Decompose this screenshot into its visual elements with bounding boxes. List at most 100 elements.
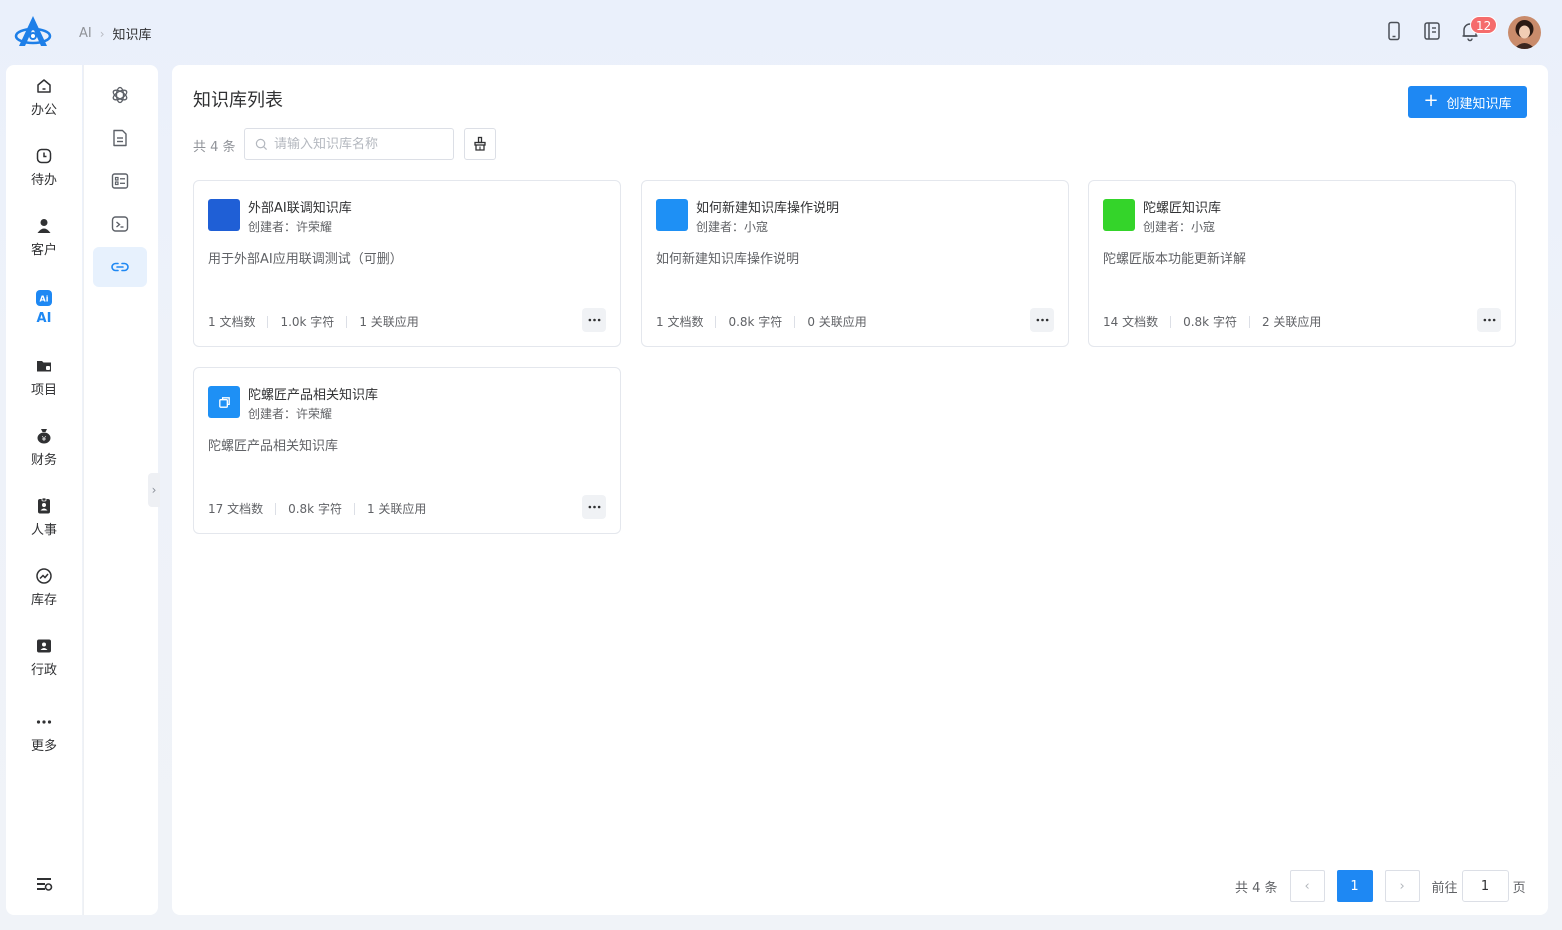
card-stats: 14 文档数 0.8k 字符 2 关联应用: [1103, 313, 1321, 330]
openai-icon: [112, 86, 128, 104]
sidebar-item-more[interactable]: 更多: [6, 707, 82, 759]
sidebar-collapse-toggle[interactable]: ›: [148, 473, 160, 507]
knowledge-card[interactable]: 陀螺匠产品相关知识库 创建者：许荣耀 陀螺匠产品相关知识库 17 文档数 0.8…: [193, 367, 621, 534]
linked-apps-count: 2 关联应用: [1261, 315, 1322, 329]
card-description: 陀螺匠版本功能更新详解: [1103, 252, 1247, 267]
more-dots-icon: [1483, 318, 1495, 322]
divider: [715, 315, 717, 328]
sidebar-item-customer[interactable]: 客户: [6, 211, 82, 263]
plus-icon: +: [1423, 90, 1439, 111]
prev-page-button[interactable]: ‹: [1289, 870, 1325, 902]
notebook-icon[interactable]: [1421, 20, 1443, 42]
char-count: 1.0k 字符: [280, 315, 335, 329]
search-box[interactable]: [244, 128, 454, 160]
search-icon: [255, 138, 268, 150]
knowledge-card[interactable]: 如何新建知识库操作说明 创建者：小寇 如何新建知识库操作说明 1 文档数 0.8…: [641, 180, 1069, 347]
knowledge-card[interactable]: 外部AI联调知识库 创建者：许荣耀 用于外部AI应用联调测试（可删） 1 文档数…: [193, 180, 621, 347]
card-creator: 创建者：许荣耀: [248, 220, 333, 234]
document-icon: [113, 129, 127, 147]
subnav-checklist[interactable]: [93, 161, 147, 201]
subnav-knowledge-link[interactable]: [93, 247, 147, 287]
char-count: 0.8k 字符: [288, 502, 342, 516]
pagination: 共 4 条 ‹ 1 › 前往 页: [1235, 870, 1526, 902]
main-sidebar: 办公 待办 客户 Ai AI 项目 ¥ 财务 人事 库存 行政 更多: [6, 65, 82, 915]
knowledge-base-color-icon: [656, 199, 688, 231]
sidebar-item-label: 客户: [30, 242, 57, 258]
goto-suffix: 页: [1512, 880, 1526, 896]
create-knowledge-base-button[interactable]: + 创建知识库: [1408, 86, 1527, 118]
card-stats: 1 文档数 0.8k 字符 0 关联应用: [656, 313, 867, 330]
goto-page-input[interactable]: [1461, 870, 1509, 902]
sidebar-item-label: 财务: [30, 452, 57, 468]
copy-icon: [208, 386, 240, 418]
card-stats: 17 文档数 0.8k 字符 1 关联应用: [208, 500, 426, 517]
pagination-total: 共 4 条: [1235, 880, 1278, 896]
sidebar-item-office[interactable]: 办公: [6, 71, 82, 123]
card-description: 陀螺匠产品相关知识库: [208, 439, 339, 454]
sidebar-item-inventory[interactable]: 库存: [6, 561, 82, 613]
card-more-button[interactable]: [582, 308, 606, 332]
sidebar-item-todo[interactable]: 待办: [6, 141, 82, 193]
trend-icon: [36, 567, 52, 584]
subnav-document[interactable]: [93, 118, 147, 158]
customer-icon: [37, 218, 51, 233]
linked-apps-count: 1 关联应用: [366, 502, 427, 516]
chevron-right-icon: ›: [1399, 878, 1405, 894]
breadcrumb-root[interactable]: AI: [79, 26, 92, 41]
sidebar-item-label: 人事: [30, 522, 57, 538]
breadcrumb-current: 知识库: [112, 28, 152, 43]
subnav-terminal[interactable]: [93, 204, 147, 244]
sidebar-item-hr[interactable]: 人事: [6, 491, 82, 543]
card-title: 如何新建知识库操作说明: [696, 201, 840, 216]
card-creator: 创建者：许荣耀: [248, 407, 333, 421]
svg-text:¥: ¥: [42, 435, 47, 443]
card-more-button[interactable]: [1030, 308, 1054, 332]
card-more-button[interactable]: [1477, 308, 1501, 332]
linked-apps-count: 0 关联应用: [807, 315, 867, 329]
card-stats: 1 文档数 1.0k 字符 1 关联应用: [208, 313, 419, 330]
sidebar-item-project[interactable]: 项目: [6, 351, 82, 403]
sidebar-item-finance[interactable]: ¥ 财务: [6, 421, 82, 473]
create-button-label: 创建知识库: [1446, 96, 1512, 112]
card-title: 陀螺匠产品相关知识库: [248, 388, 379, 403]
divider: [346, 315, 348, 328]
sidebar-item-label: 库存: [30, 592, 57, 608]
card-description: 如何新建知识库操作说明: [656, 252, 800, 267]
sidebar-item-label: 行政: [30, 662, 57, 678]
card-description: 用于外部AI应用联调测试（可删）: [208, 252, 403, 267]
sidebar-item-label: 待办: [30, 172, 57, 188]
goto-label: 前往: [1431, 880, 1458, 896]
more-dots-icon: [588, 505, 600, 509]
char-count: 0.8k 字符: [728, 315, 783, 329]
badge-icon: [38, 497, 50, 513]
page-number-current[interactable]: 1: [1336, 870, 1373, 902]
id-card-icon: [37, 639, 51, 652]
sidebar-item-ai[interactable]: Ai AI: [6, 281, 82, 333]
more-dots-icon: [36, 719, 52, 724]
more-dots-icon: [588, 318, 600, 322]
search-input[interactable]: [274, 136, 444, 152]
user-avatar[interactable]: [1508, 16, 1541, 49]
main-panel: 知识库列表 + 创建知识库 共 4 条 外部AI联调知识库 创建者：许荣耀 用于…: [172, 65, 1548, 915]
card-more-button[interactable]: [582, 495, 606, 519]
divider: [794, 315, 796, 328]
subnav-model[interactable]: [93, 75, 147, 115]
sidebar-item-admin[interactable]: 行政: [6, 631, 82, 683]
app-logo[interactable]: [14, 14, 52, 50]
char-count: 0.8k 字符: [1183, 315, 1237, 329]
mobile-icon[interactable]: [1383, 20, 1405, 42]
sidebar-item-label: 项目: [30, 382, 57, 398]
broom-icon: [474, 136, 486, 151]
link-icon: [111, 262, 129, 272]
clear-filter-button[interactable]: [464, 128, 496, 160]
divider: [1248, 315, 1250, 328]
card-creator: 创建者：小寇: [696, 220, 769, 234]
chevron-right-icon: ›: [99, 26, 105, 41]
doc-count: 14 文档数: [1103, 315, 1159, 329]
next-page-button[interactable]: ›: [1384, 870, 1420, 902]
knowledge-card[interactable]: 陀螺匠知识库 创建者：小寇 陀螺匠版本功能更新详解 14 文档数 0.8k 字符…: [1088, 180, 1516, 347]
settings-list-icon[interactable]: [35, 875, 53, 893]
knowledge-base-color-icon: [208, 199, 240, 231]
divider: [275, 502, 277, 515]
total-count: 共 4 条: [193, 140, 236, 155]
